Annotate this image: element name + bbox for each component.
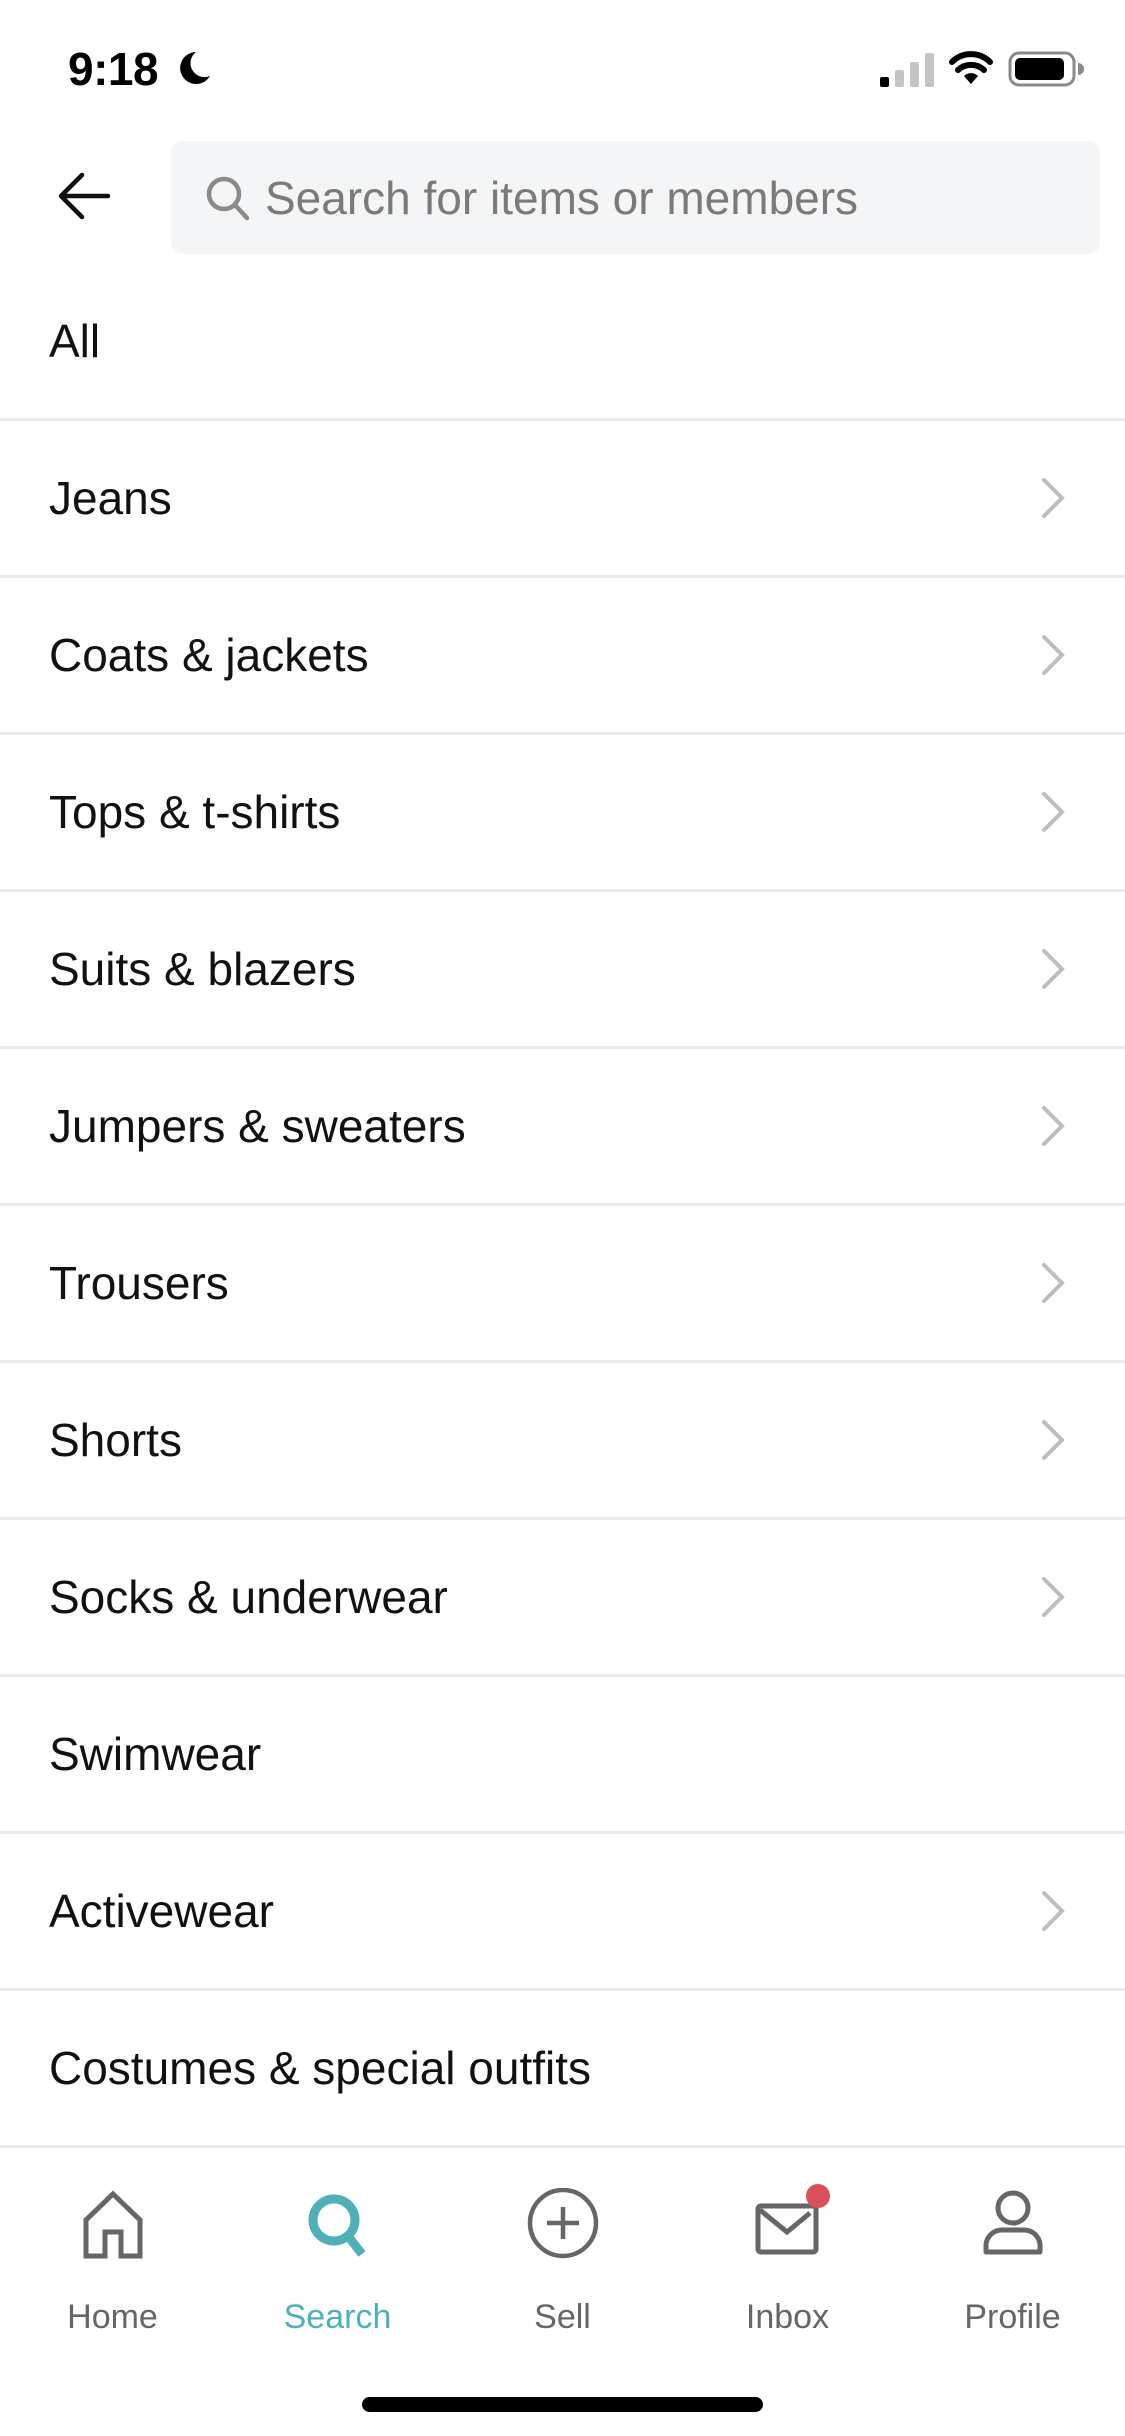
chevron-right-icon (1042, 949, 1065, 989)
category-label: Coats & jackets (49, 629, 369, 681)
battery-icon (1008, 51, 1084, 87)
category-row[interactable]: Trousers (0, 1206, 1125, 1363)
status-bar: 9:18 (0, 0, 1125, 120)
tab-label: Home (67, 2298, 158, 2336)
chevron-right-icon (1042, 792, 1065, 832)
category-label: Swimwear (49, 1728, 262, 1780)
wifi-icon (949, 51, 993, 84)
arrow-left-icon (58, 172, 110, 220)
tab-bar: Home Search Sell Inbox Profile (0, 2148, 1125, 2436)
category-label: Jumpers & sweaters (49, 1100, 466, 1152)
category-label: All (49, 315, 101, 367)
tab-label: Inbox (745, 2298, 830, 2336)
category-row[interactable]: Coats & jackets (0, 578, 1125, 735)
category-row[interactable]: Socks & underwear (0, 1520, 1125, 1677)
tab-profile[interactable]: Profile (900, 2188, 1125, 2348)
home-indicator (362, 2397, 763, 2412)
category-row[interactable]: Activewear (0, 1834, 1125, 1991)
search-icon (308, 2194, 366, 2257)
category-label: Activewear (49, 1885, 274, 1937)
category-row[interactable]: Jumpers & sweaters (0, 1049, 1125, 1206)
category-label: Tops & t-shirts (49, 786, 341, 838)
tab-home[interactable]: Home (0, 2188, 225, 2348)
search-input[interactable] (265, 141, 1075, 254)
search-bar[interactable] (171, 141, 1100, 254)
status-time: 9:18 (68, 43, 159, 95)
category-row[interactable]: Tops & t-shirts (0, 735, 1125, 892)
category-row[interactable]: Suits & blazers (0, 892, 1125, 1049)
chevron-right-icon (1042, 478, 1065, 518)
tab-inbox[interactable]: Inbox (675, 2184, 900, 2348)
category-row[interactable]: Swimwear (0, 1677, 1125, 1834)
chevron-right-icon (1042, 1106, 1065, 1146)
tab-label: Profile (964, 2298, 1061, 2336)
category-row[interactable]: Costumes & special outfits (0, 1991, 1125, 2148)
chevron-right-icon (1042, 635, 1065, 675)
category-label: Jeans (49, 472, 172, 524)
category-label: Trousers (49, 1257, 229, 1309)
plus-circle-icon (527, 2188, 598, 2259)
search-icon (206, 176, 250, 221)
category-label: Socks & underwear (49, 1571, 448, 1623)
tab-label: Sell (534, 2298, 591, 2336)
tab-search[interactable]: Search (225, 2188, 450, 2348)
chevron-right-icon (1042, 1420, 1065, 1460)
category-list: All Jeans Coats & jackets Tops & t-shirts Su… (0, 264, 1125, 2148)
category-row[interactable]: Shorts (0, 1363, 1125, 1520)
chevron-right-icon (1042, 1577, 1065, 1617)
user-icon (983, 2190, 1042, 2255)
category-row[interactable]: All (0, 264, 1125, 421)
notification-badge (806, 2184, 830, 2208)
category-label: Costumes & special outfits (49, 2042, 592, 2094)
signal-icon (880, 53, 934, 87)
category-label: Shorts (49, 1414, 182, 1466)
back-button[interactable] (44, 156, 124, 236)
category-row[interactable]: Jeans (0, 421, 1125, 578)
moon-icon (180, 52, 210, 84)
home-icon (83, 2190, 142, 2259)
chevron-right-icon (1042, 1891, 1065, 1931)
tab-label: Search (283, 2298, 392, 2336)
tab-sell[interactable]: Sell (450, 2188, 675, 2348)
chevron-right-icon (1042, 1263, 1065, 1303)
category-label: Suits & blazers (49, 943, 356, 995)
